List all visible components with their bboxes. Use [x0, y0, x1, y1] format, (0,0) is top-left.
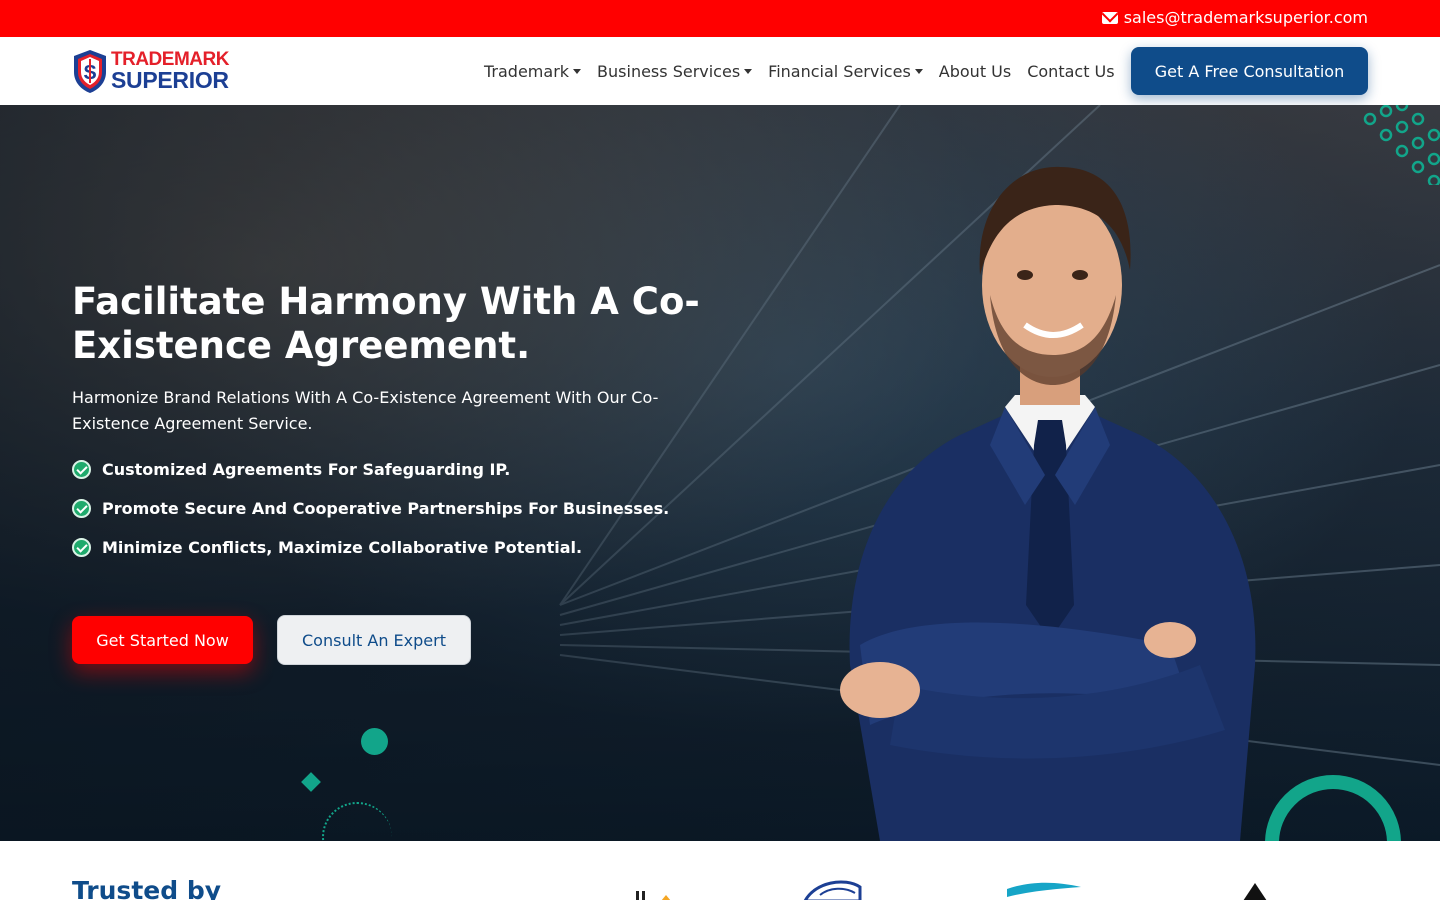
get-started-button[interactable]: Get Started Now	[72, 616, 253, 664]
client-logo-4	[1243, 883, 1267, 900]
caret-down-icon	[914, 68, 923, 74]
feature-text: Minimize Conflicts, Maximize Collaborati…	[102, 538, 583, 557]
decorative-circles-icon	[1363, 105, 1440, 185]
hero-section: Facilitate Harmony With A Co-Existence A…	[0, 105, 1440, 841]
feature-text: Customized Agreements For Safeguarding I…	[102, 460, 511, 479]
check-badge-icon	[72, 460, 91, 479]
caret-down-icon	[573, 68, 582, 74]
client-logo-2	[803, 880, 862, 900]
nav-item-about-us[interactable]: About Us	[931, 62, 1019, 81]
nav-item-label: Financial Services	[768, 61, 911, 81]
client-logo-3	[1007, 882, 1081, 897]
nav-item-label: About Us	[938, 61, 1012, 81]
nav-item-trademark[interactable]: Trademark	[476, 62, 589, 81]
consult-expert-button[interactable]: Consult An Expert	[277, 615, 471, 665]
decorative-dot	[361, 728, 388, 755]
businessman-image	[840, 166, 1256, 841]
feature-text: Promote Secure And Cooperative Partnersh…	[102, 499, 670, 518]
feature-list: Customized Agreements For Safeguarding I…	[72, 450, 669, 567]
nav-item-label: Contact Us	[1027, 61, 1115, 81]
check-badge-icon	[72, 538, 91, 557]
nav-item-label: Business Services	[597, 61, 741, 81]
email-text: sales@trademarksuperior.com	[1123, 8, 1368, 27]
brand-logo[interactable]: S TRADEMARK SUPERIOR	[72, 48, 229, 94]
hero-subtitle: Harmonize Brand Relations With A Co-Exis…	[72, 388, 659, 433]
trusted-by-section: Trusted by	[0, 841, 1440, 900]
client-logo-1	[636, 891, 671, 900]
feature-item: Customized Agreements For Safeguarding I…	[72, 450, 669, 489]
shield-logo-icon: S	[74, 50, 106, 93]
nav-item-business-services[interactable]: Business Services	[589, 62, 760, 81]
nav-item-label: Trademark	[484, 61, 570, 81]
email-link[interactable]: sales@trademarksuperior.com	[1101, 8, 1368, 27]
nav-item-contact-us[interactable]: Contact Us	[1019, 62, 1122, 81]
logo-line-2: SUPERIOR	[111, 67, 229, 93]
feature-item: Minimize Conflicts, Maximize Collaborati…	[72, 528, 669, 567]
check-badge-icon	[72, 499, 91, 518]
feature-item: Promote Secure And Cooperative Partnersh…	[72, 489, 669, 528]
nav-item-financial-services[interactable]: Financial Services	[760, 62, 931, 81]
hero-title: Facilitate Harmony With A Co-Existence A…	[72, 280, 700, 367]
top-bar: sales@trademarksuperior.com	[0, 0, 1440, 37]
nav-links: Trademark Business Services Financial Se…	[476, 37, 1123, 105]
main-navbar: S TRADEMARK SUPERIOR Trademark Business …	[0, 37, 1440, 105]
caret-down-icon	[744, 68, 753, 74]
free-consultation-button[interactable]: Get A Free Consultation	[1131, 47, 1368, 95]
trusted-by-title: Trusted by	[72, 876, 222, 900]
envelope-icon	[1101, 11, 1118, 24]
